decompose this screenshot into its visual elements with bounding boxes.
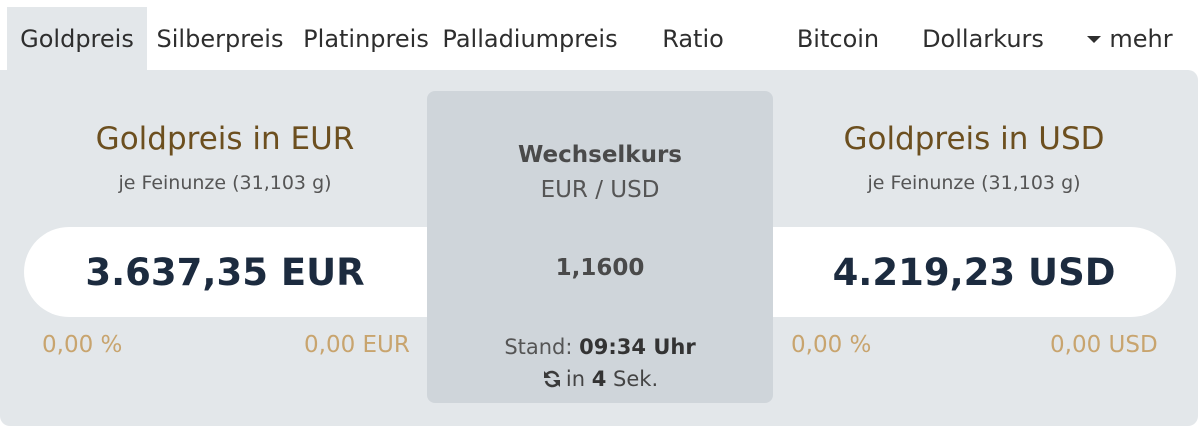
timestamp-label: Stand: (504, 335, 573, 359)
eur-subtitle: je Feinunze (31,103 g) (118, 172, 332, 194)
exchange-rate-value: 1,1600 (555, 255, 645, 281)
tab-label: Platinpreis (303, 24, 429, 53)
usd-change-absolute: 0,00 USD (1050, 332, 1158, 358)
exchange-rate-box: Wechselkurs EUR / USD 1,1600 Stand: 09:3… (427, 91, 773, 403)
tab-silberpreis[interactable]: Silberpreis (150, 7, 290, 70)
usd-price: 4.219,23 USD (832, 250, 1116, 294)
eur-title: Goldpreis in EUR (95, 121, 355, 157)
refresh-suffix: Sek. (613, 367, 659, 391)
refresh-icon (543, 370, 560, 388)
tab-label: Silberpreis (156, 24, 284, 53)
tab-palladiumpreis[interactable]: Palladiumpreis (440, 7, 620, 70)
tab-label: Bitcoin (796, 24, 880, 53)
refresh-countdown[interactable]: in 4 Sek. (427, 367, 773, 391)
tab-bitcoin[interactable]: Bitcoin (778, 7, 898, 70)
eur-change-absolute: 0,00 EUR (304, 332, 410, 358)
usd-title: Goldpreis in USD (843, 121, 1105, 157)
tab-label: Ratio (662, 24, 724, 53)
gold-price-panel: Goldpreis in EUR je Feinunze (31,103 g) … (0, 70, 1198, 426)
caret-down-icon (1087, 36, 1102, 43)
tab-label: Goldpreis (20, 24, 134, 53)
timestamp-time: 09:34 Uhr (579, 335, 696, 359)
refresh-prefix: in (565, 367, 586, 391)
tab-mehr[interactable]: mehr (1075, 7, 1185, 70)
usd-subtitle: je Feinunze (31,103 g) (867, 172, 1081, 194)
refresh-seconds: 4 (591, 367, 607, 391)
tab-platinpreis[interactable]: Platinpreis (296, 7, 436, 70)
tab-label: mehr (1109, 24, 1173, 53)
eur-change-percent: 0,00 % (42, 332, 123, 358)
currency-pair: EUR / USD (540, 177, 660, 203)
tab-label: Dollarkurs (922, 24, 1044, 53)
price-tabs: Goldpreis Silberpreis Platinpreis Pallad… (0, 0, 1200, 70)
timestamp: Stand: 09:34 Uhr (427, 335, 773, 359)
tab-goldpreis[interactable]: Goldpreis (7, 7, 147, 70)
eur-price: 3.637,35 EUR (85, 250, 365, 294)
usd-change-percent: 0,00 % (791, 332, 872, 358)
tab-dollarkurs[interactable]: Dollarkurs (915, 7, 1051, 70)
exchange-rate-title: Wechselkurs (517, 142, 683, 168)
tab-label: Palladiumpreis (442, 24, 618, 53)
tab-ratio[interactable]: Ratio (638, 7, 748, 70)
